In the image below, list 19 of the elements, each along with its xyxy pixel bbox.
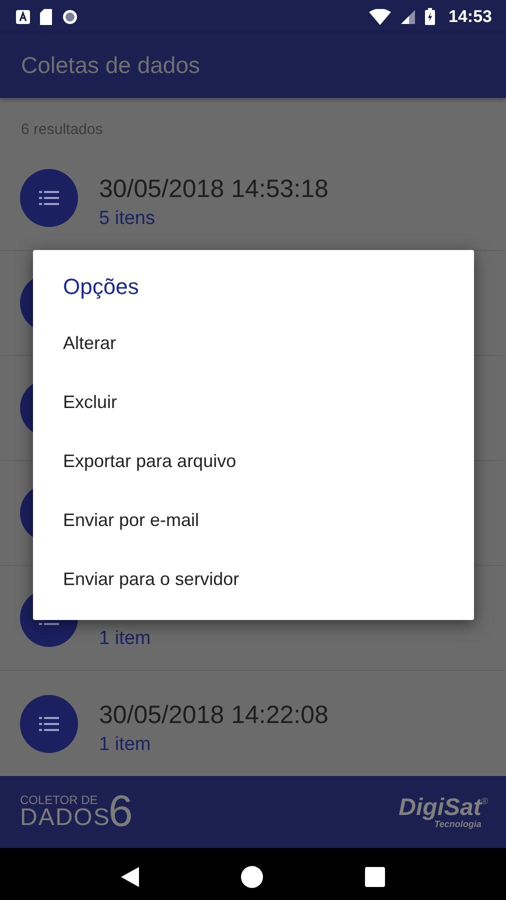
- menu-option[interactable]: Enviar por e-mail: [63, 491, 474, 550]
- menu-option[interactable]: Enviar para o servidor: [63, 550, 474, 609]
- company-tagline: Tecnologia: [434, 820, 482, 828]
- menu-option[interactable]: Alterar: [63, 314, 474, 373]
- company-logo-text: DigiSat: [398, 796, 482, 820]
- collection-date: 30/05/2018 14:22:08: [99, 700, 328, 730]
- logo-number: 6: [108, 790, 133, 834]
- screen-title: Coletas de dados: [21, 52, 200, 79]
- menu-option[interactable]: Excluir: [63, 373, 474, 432]
- logo-text: DADOS: [20, 806, 110, 830]
- status-time: 14:53: [448, 6, 492, 26]
- item-count: 1 item: [99, 628, 151, 650]
- menu-option[interactable]: Exportar para arquivo: [63, 432, 474, 491]
- dialog-title: Opções: [63, 274, 140, 300]
- logo-text: COLETOR DE: [20, 794, 99, 806]
- registered-mark: ®: [481, 796, 488, 806]
- item-count: 5 itens: [99, 208, 156, 230]
- collection-date: 30/05/2018 14:53:18: [99, 175, 328, 204]
- item-count: 1 item: [99, 734, 152, 756]
